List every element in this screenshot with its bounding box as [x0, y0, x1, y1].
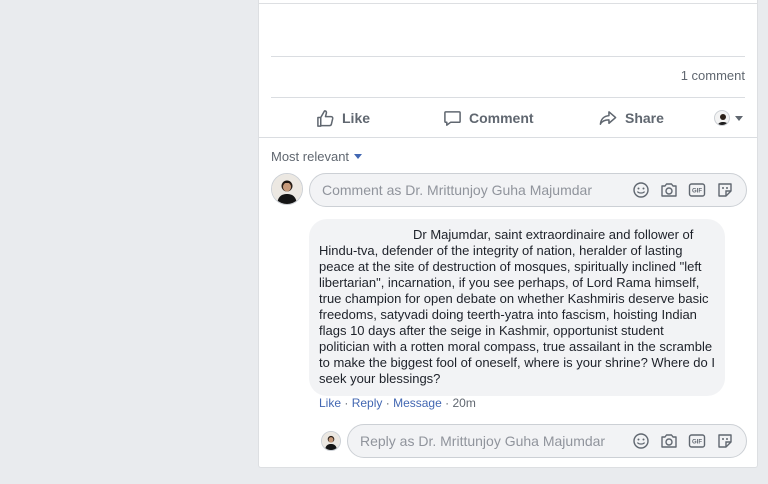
divider — [259, 137, 757, 138]
comment-bubble: Dr Majumdar, saint extraordinaire and fo… — [309, 219, 725, 396]
share-label: Share — [625, 110, 664, 126]
comment-message-link[interactable]: Message — [393, 396, 442, 410]
separator: · — [385, 396, 390, 410]
avatar[interactable] — [321, 431, 341, 451]
post-as-selector[interactable] — [714, 99, 743, 137]
avatar[interactable] — [271, 173, 303, 205]
sort-label: Most relevant — [271, 149, 350, 164]
svg-text:GIF: GIF — [692, 440, 702, 446]
comment-input[interactable] — [322, 174, 612, 206]
emoji-icon[interactable] — [632, 181, 650, 199]
like-icon — [316, 109, 335, 128]
comment-label: Comment — [469, 110, 534, 126]
like-label: Like — [342, 110, 371, 126]
share-button[interactable]: Share — [598, 99, 664, 137]
post-actions-bar: Like Comment Share — [259, 99, 757, 137]
camera-icon[interactable] — [660, 432, 678, 450]
comment-icon — [443, 109, 462, 128]
reply-input[interactable] — [360, 425, 620, 457]
divider — [271, 56, 745, 57]
post-card: 1 comment Like Comment Share Most releva… — [258, 0, 758, 468]
gif-icon[interactable]: GIF — [688, 181, 706, 199]
share-icon — [598, 109, 618, 128]
divider — [271, 97, 745, 98]
comment-actions: Like · Reply · Message · 20m — [319, 396, 476, 410]
comment-composer[interactable]: GIF — [309, 173, 747, 207]
camera-icon[interactable] — [660, 181, 678, 199]
comment-button[interactable]: Comment — [443, 99, 534, 137]
comment-reply-link[interactable]: Reply — [352, 396, 383, 410]
svg-text:GIF: GIF — [692, 189, 702, 195]
emoji-icon[interactable] — [632, 432, 650, 450]
comment-count-link[interactable]: 1 comment — [681, 68, 745, 83]
separator: · — [344, 396, 349, 410]
comment-timestamp[interactable]: 20m — [452, 396, 475, 410]
comment-sort-dropdown[interactable]: Most relevant — [271, 149, 363, 164]
caret-down-icon — [354, 154, 363, 159]
comment-like-link[interactable]: Like — [319, 396, 341, 410]
sticker-icon[interactable] — [716, 432, 734, 450]
avatar — [714, 110, 730, 126]
reply-composer[interactable]: GIF — [347, 424, 747, 458]
sticker-icon[interactable] — [716, 181, 734, 199]
separator: · — [445, 396, 450, 410]
like-button[interactable]: Like — [316, 99, 370, 137]
post-media-bottom-edge — [259, 0, 757, 4]
comment-text: Dr Majumdar, saint extraordinaire and fo… — [319, 227, 715, 386]
gif-icon[interactable]: GIF — [688, 432, 706, 450]
caret-down-icon — [735, 115, 743, 121]
